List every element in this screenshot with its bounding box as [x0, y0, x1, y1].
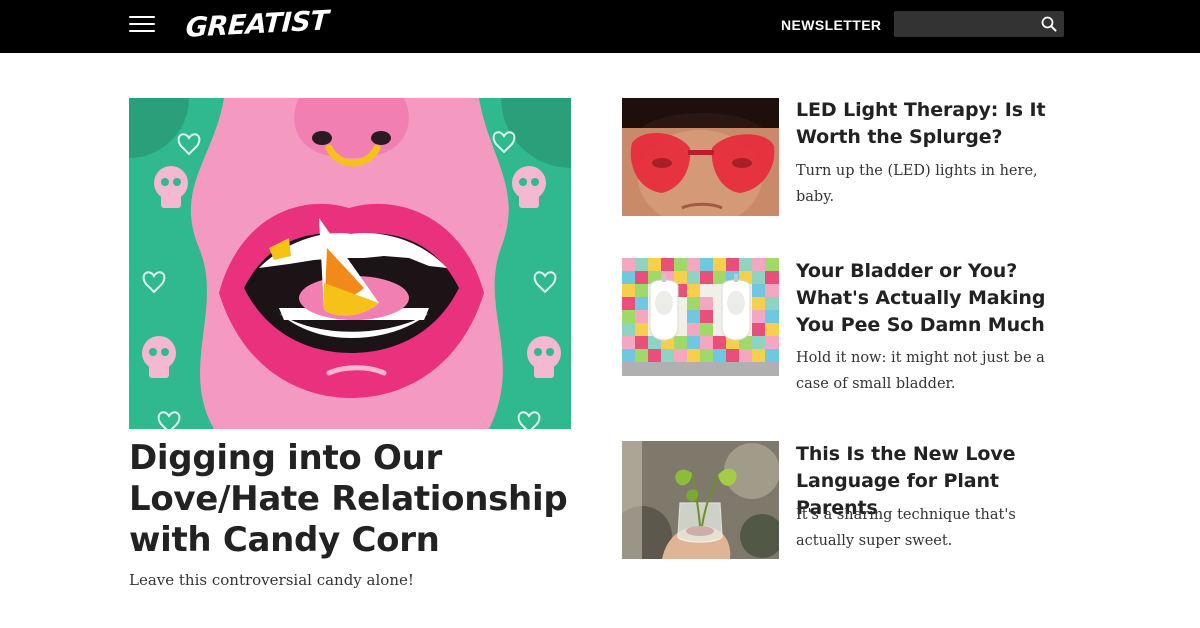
candy-corn-mouth-illustration [129, 98, 571, 429]
site-logo[interactable]: GREATIST [185, 5, 329, 44]
hero-subtitle: Leave this controversial candy alone! [129, 571, 414, 589]
search-box [894, 11, 1064, 37]
hero-title[interactable]: Digging into Our Love/Hate Relationship … [129, 438, 579, 561]
article-subtitle: Hold it now: it might not just be a case… [796, 350, 1045, 392]
search-icon[interactable] [1040, 15, 1058, 33]
article-subtitle: Turn up the (LED) lights in here, baby. [796, 163, 1038, 205]
newsletter-link[interactable]: NEWSLETTER [781, 16, 881, 34]
hero-image[interactable] [129, 98, 571, 429]
plant-cutting-jar-photo [622, 441, 779, 559]
article-image[interactable] [622, 441, 779, 559]
red-heart-glasses-photo [622, 98, 779, 216]
hamburger-menu-icon[interactable] [129, 14, 155, 34]
article-title[interactable]: LED Light Therapy: Is It Worth the Splur… [796, 97, 1076, 151]
article-image[interactable] [622, 258, 779, 376]
article-title[interactable]: Your Bladder or You? What's Actually Mak… [796, 258, 1076, 339]
urinals-colorful-tiles-photo [622, 258, 779, 376]
article-image[interactable] [622, 98, 779, 216]
site-header: GREATIST NEWSLETTER [0, 0, 1200, 53]
search-input[interactable] [900, 14, 1030, 34]
article-subtitle: It's a sharing technique that's actually… [796, 507, 1016, 549]
